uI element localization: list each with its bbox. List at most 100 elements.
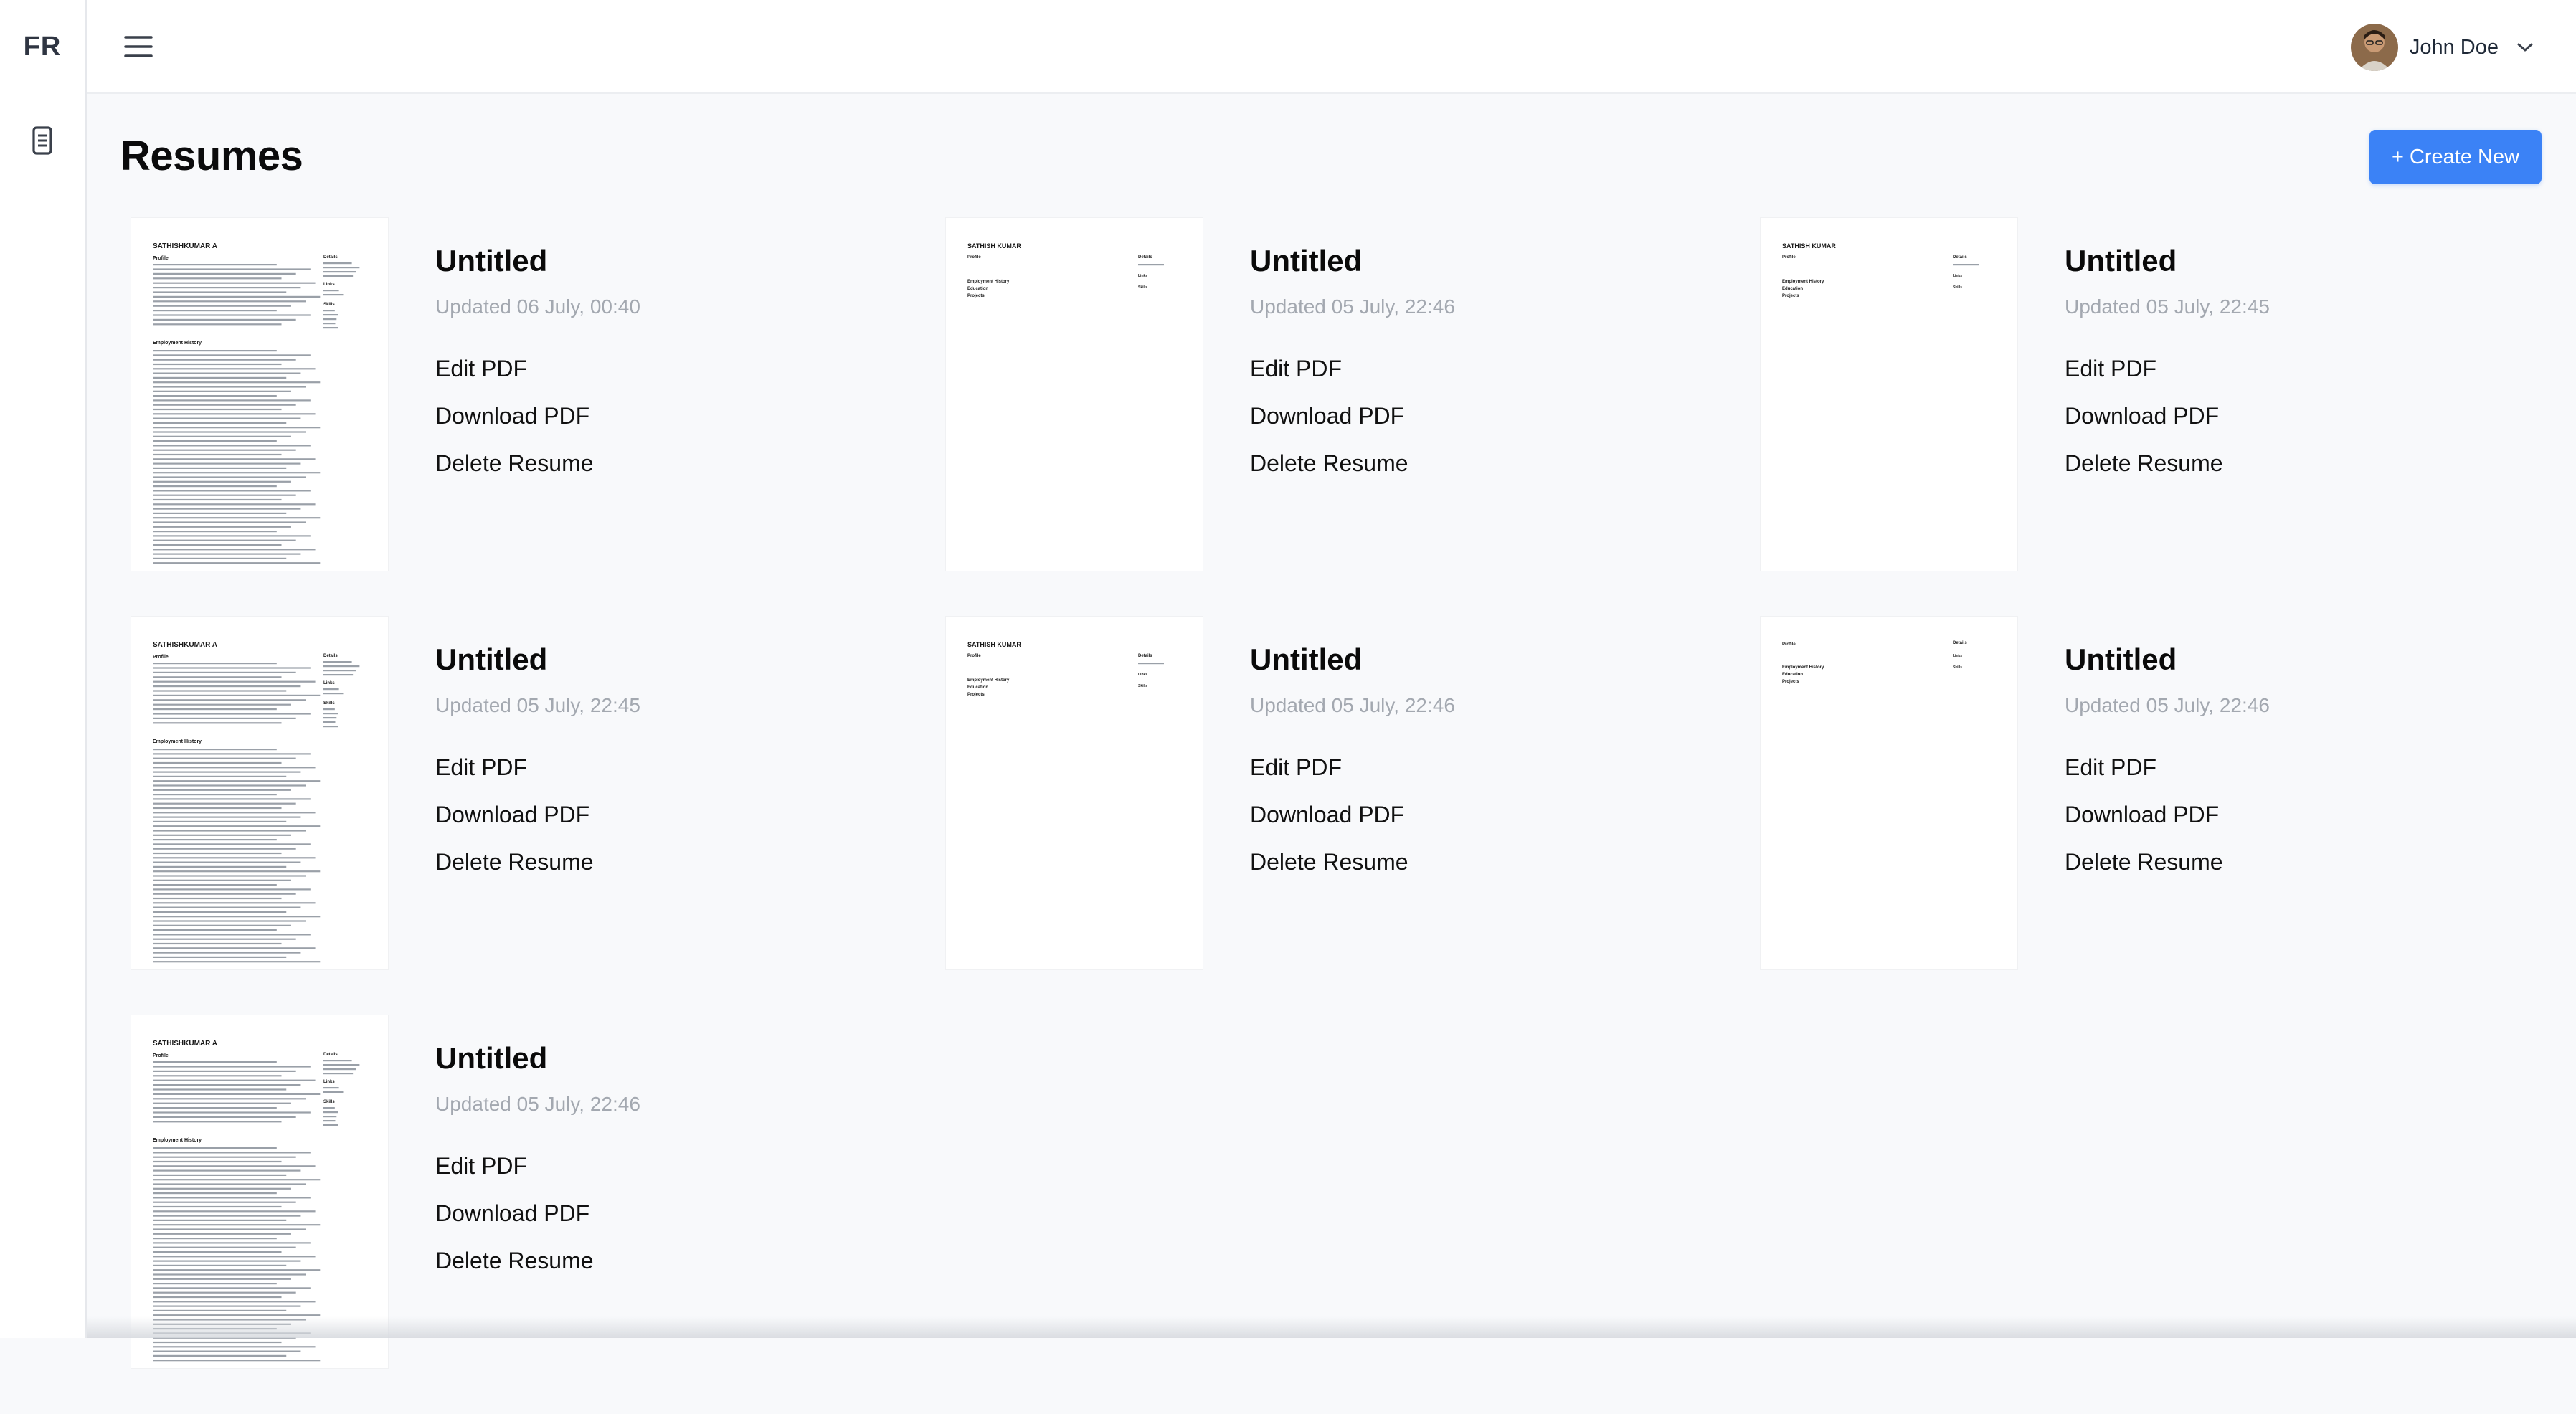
resume-info: Untitled Updated 06 July, 00:40 Edit PDF Do… (435, 244, 640, 477)
thumb-employment-line (153, 508, 301, 510)
download-pdf-button[interactable]: Download PDF (2065, 403, 2270, 430)
thumb-employment-line (153, 350, 277, 352)
thumb-employment-line (153, 1296, 282, 1299)
thumb-heading: Links (323, 283, 335, 287)
edit-pdf-button[interactable]: Edit PDF (435, 356, 640, 382)
thumb-heading: Employment History (1782, 665, 1824, 670)
thumb-employment-line (153, 549, 316, 551)
edit-pdf-button[interactable]: Edit PDF (435, 1153, 640, 1180)
thumb-employment-line (153, 861, 301, 863)
resume-updated-time: Updated 05 July, 22:46 (2065, 694, 2270, 716)
delete-resume-button[interactable]: Delete Resume (1250, 450, 1455, 477)
thumb-employment-line (153, 879, 291, 881)
thumb-name: SATHISHKUMAR A (153, 242, 217, 250)
user-menu[interactable]: John Doe (2350, 23, 2534, 72)
thumb-employment-line (153, 1215, 301, 1217)
thumb-employment-line (153, 386, 306, 388)
resume-thumbnail[interactable]: SATHISH KUMAR Profile Employment History Ed… (946, 218, 1203, 571)
thumb-employment-line (153, 376, 287, 379)
app-logo[interactable]: FR (0, 32, 85, 62)
thumb-employment-line (153, 807, 282, 810)
thumb-details-line (323, 661, 352, 663)
document-icon[interactable] (27, 123, 57, 159)
resume-thumbnail[interactable]: Profile Employment History Education Projec… (1761, 617, 2017, 969)
thumb-employment-line (153, 372, 301, 374)
thumb-details-line (323, 275, 354, 277)
download-pdf-button[interactable]: Download PDF (435, 1200, 640, 1227)
resume-card: Profile Employment History Education Projec… (1761, 617, 2575, 1015)
thumb-employment-line (153, 535, 311, 537)
thumb-heading: Profile (153, 1053, 169, 1058)
thumb-employment-line (153, 480, 291, 483)
scroll-shadow (87, 1316, 2576, 1338)
thumb-employment-line (153, 1165, 316, 1167)
hamburger-menu-icon[interactable] (124, 34, 153, 59)
resume-thumbnail[interactable]: SATHISHKUMAR A Profile Details Links Skills E… (131, 1015, 388, 1368)
thumb-name: SATHISH KUMAR (967, 242, 1021, 250)
delete-resume-button[interactable]: Delete Resume (435, 450, 640, 477)
thumb-employment-line (153, 413, 316, 415)
delete-resume-button[interactable]: Delete Resume (2065, 849, 2270, 876)
download-pdf-button[interactable]: Download PDF (1250, 802, 1455, 828)
thumb-heading: Education (1782, 673, 1803, 677)
delete-resume-button[interactable]: Delete Resume (435, 849, 640, 876)
thumb-employment-line (153, 802, 296, 805)
thumb-details-line (1138, 663, 1164, 665)
thumb-employment-line (153, 1210, 316, 1213)
thumb-profile-line (153, 667, 311, 669)
thumb-profile-line (153, 722, 282, 724)
thumb-details-line (323, 665, 360, 668)
thumb-employment-line (153, 784, 306, 787)
resume-thumbnail[interactable]: SATHISHKUMAR A Profile Details Links Skills E… (131, 617, 388, 969)
thumb-profile-line (153, 708, 277, 711)
thumb-employment-line (153, 852, 282, 855)
thumb-employment-line (153, 956, 287, 958)
thumb-heading: Skills (1953, 665, 1962, 670)
resume-thumbnail[interactable]: SATHISH KUMAR Profile Employment History Ed… (946, 617, 1203, 969)
thumb-employment-line (153, 843, 311, 845)
thumb-employment-line (153, 1305, 301, 1307)
thumb-profile-line (153, 287, 301, 289)
thumb-links-line (323, 1091, 344, 1093)
resume-thumbnail-graphic: SATHISH KUMAR Profile Employment History Ed… (1782, 242, 1979, 298)
thumb-heading: Skills (323, 303, 335, 307)
thumb-employment-line (153, 517, 321, 519)
resume-thumbnail[interactable]: SATHISHKUMAR A Profile Details Links Skills E… (131, 218, 388, 571)
thumb-profile-line (153, 1070, 296, 1072)
resume-updated-time: Updated 05 July, 22:45 (435, 694, 640, 716)
thumb-profile-line (153, 282, 316, 284)
thumb-profile-line (153, 295, 321, 298)
thumb-heading: Skills (323, 1100, 335, 1104)
resume-thumbnail[interactable]: SATHISH KUMAR Profile Employment History Ed… (1761, 218, 2017, 571)
delete-resume-button[interactable]: Delete Resume (435, 1248, 640, 1274)
thumb-heading: Details (323, 654, 338, 658)
resume-info: Untitled Updated 05 July, 22:46 Edit PDF Do… (2065, 642, 2270, 876)
download-pdf-button[interactable]: Download PDF (2065, 802, 2270, 828)
thumb-employment-line (153, 775, 287, 777)
thumb-employment-line (153, 494, 296, 496)
edit-pdf-button[interactable]: Edit PDF (2065, 356, 2270, 382)
thumb-employment-line (153, 503, 316, 506)
resume-updated-time: Updated 05 July, 22:45 (2065, 295, 2270, 318)
thumb-employment-line (153, 947, 316, 949)
create-new-button[interactable]: + Create New (2369, 130, 2542, 184)
thumb-heading: Profile (967, 654, 981, 658)
thumb-profile-line (153, 690, 287, 692)
download-pdf-button[interactable]: Download PDF (1250, 403, 1455, 430)
edit-pdf-button[interactable]: Edit PDF (2065, 754, 2270, 781)
delete-resume-button[interactable]: Delete Resume (1250, 849, 1455, 876)
thumb-employment-line (153, 798, 311, 800)
download-pdf-button[interactable]: Download PDF (435, 403, 640, 430)
edit-pdf-button[interactable]: Edit PDF (1250, 754, 1455, 781)
thumb-employment-line (153, 531, 277, 533)
thumb-profile-line (153, 717, 296, 719)
download-pdf-button[interactable]: Download PDF (435, 802, 640, 828)
delete-resume-button[interactable]: Delete Resume (2065, 450, 2270, 477)
edit-pdf-button[interactable]: Edit PDF (435, 754, 640, 781)
thumb-employment-line (153, 390, 291, 392)
thumb-skills-line (323, 327, 338, 329)
edit-pdf-button[interactable]: Edit PDF (1250, 356, 1455, 382)
resume-title: Untitled (2065, 642, 2177, 676)
thumb-name: SATHISHKUMAR A (153, 641, 217, 649)
thumb-employment-line (153, 780, 321, 782)
